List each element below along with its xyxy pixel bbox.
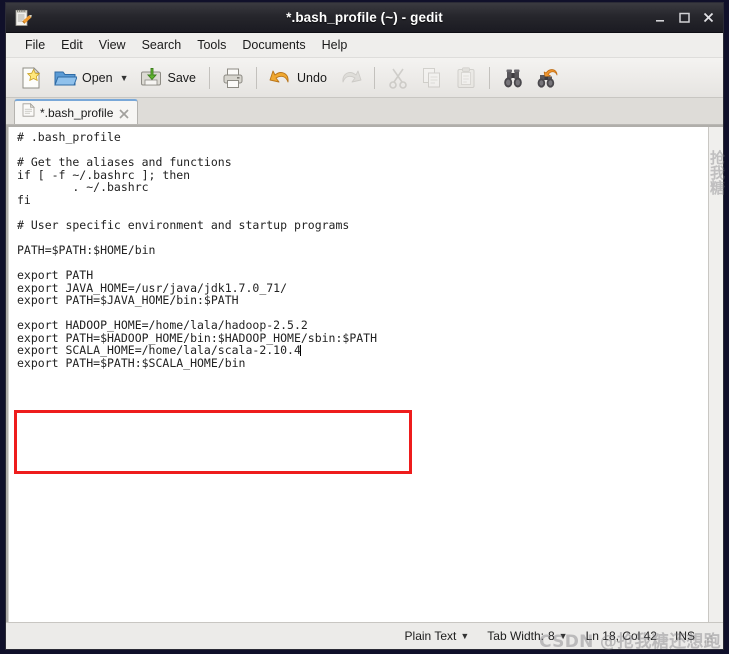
save-button[interactable]: Save — [134, 62, 204, 93]
language-label: Plain Text — [404, 629, 457, 643]
save-floppy-icon — [139, 66, 163, 90]
text-view[interactable]: # .bash_profile # Get the aliases and fu… — [8, 127, 708, 622]
editor-text-block: # .bash_profile # Get the aliases and fu… — [17, 130, 378, 345]
language-selector[interactable]: Plain Text ▼ — [405, 629, 470, 643]
redo-arrow-icon — [339, 66, 363, 90]
menu-item-tools[interactable]: Tools — [189, 36, 234, 54]
open-button-label: Open — [82, 70, 113, 85]
copy-button — [415, 62, 449, 93]
tab-label: *.bash_profile — [40, 105, 114, 120]
close-button[interactable] — [702, 11, 715, 24]
editor-line-scala-path: export PATH=$PATH:$SCALA_HOME/bin — [17, 355, 246, 370]
tool-bar: Open ▼ Save Undo — [6, 58, 723, 98]
scissors-icon — [386, 66, 410, 90]
menu-item-edit[interactable]: Edit — [53, 36, 91, 54]
tab-width-selector[interactable]: Tab Width: 8 ▼ — [487, 629, 567, 643]
close-icon[interactable] — [118, 107, 130, 119]
paste-button — [449, 62, 483, 93]
save-button-label: Save — [167, 70, 197, 85]
title-bar: *.bash_profile (~) - gedit — [6, 3, 723, 33]
red-highlight-box — [14, 410, 412, 474]
window-title: *.bash_profile (~) - gedit — [286, 10, 443, 25]
copy-icon — [420, 66, 444, 90]
new-document-button[interactable] — [14, 62, 48, 93]
chevron-down-icon: ▼ — [460, 631, 470, 641]
binoculars-find-icon — [501, 66, 525, 90]
editor-content[interactable]: # .bash_profile # Get the aliases and fu… — [9, 127, 708, 369]
tab-bar: *.bash_profile — [6, 98, 723, 125]
toolbar-separator-4 — [488, 66, 490, 89]
cursor-position: Ln 18, Col 42 — [585, 629, 657, 643]
editor-area: # .bash_profile # Get the aliases and fu… — [6, 125, 723, 622]
gedit-window: *.bash_profile (~) - gedit File Edit Vie… — [5, 2, 724, 650]
menu-bar: File Edit View Search Tools Documents He… — [6, 33, 723, 58]
open-folder-icon — [53, 66, 77, 90]
gedit-notepad-pencil-icon — [13, 8, 33, 28]
tab-width-value: 8 — [547, 629, 555, 643]
menu-item-search[interactable]: Search — [134, 36, 190, 54]
maximize-button[interactable] — [678, 11, 691, 24]
print-button[interactable] — [216, 62, 250, 93]
toolbar-separator-1 — [209, 66, 211, 89]
new-document-icon — [19, 66, 43, 90]
minimize-button[interactable] — [654, 11, 667, 24]
find-button[interactable] — [496, 62, 530, 93]
menu-item-view[interactable]: View — [91, 36, 134, 54]
open-button[interactable]: Open ▼ — [48, 62, 134, 93]
undo-button[interactable]: Undo — [263, 62, 334, 93]
undo-button-label: Undo — [297, 70, 327, 85]
menu-item-file[interactable]: File — [17, 36, 53, 54]
text-document-icon — [22, 102, 35, 122]
toolbar-separator-2 — [256, 66, 258, 89]
menu-item-help[interactable]: Help — [314, 36, 356, 54]
cut-button — [381, 62, 415, 93]
chevron-down-icon[interactable]: ▼ — [120, 73, 129, 83]
redo-button — [334, 62, 368, 93]
status-bar: Plain Text ▼ Tab Width: 8 ▼ Ln 18, Col 4… — [6, 622, 723, 649]
resize-grip[interactable] — [703, 631, 713, 643]
chevron-down-icon: ▼ — [558, 631, 568, 641]
vertical-scrollbar[interactable] — [708, 127, 723, 622]
tab-width-label: Tab Width: — [487, 629, 544, 643]
text-cursor — [300, 345, 302, 357]
window-controls — [654, 11, 715, 24]
printer-icon — [221, 66, 245, 90]
replace-button[interactable] — [530, 62, 564, 93]
clipboard-paste-icon — [454, 66, 478, 90]
toolbar-separator-3 — [373, 66, 375, 89]
tab-bash-profile[interactable]: *.bash_profile — [14, 99, 139, 124]
undo-arrow-icon — [268, 66, 292, 90]
binoculars-replace-icon — [535, 66, 559, 90]
menu-item-documents[interactable]: Documents — [234, 36, 313, 54]
insert-mode-indicator: INS — [674, 629, 695, 643]
